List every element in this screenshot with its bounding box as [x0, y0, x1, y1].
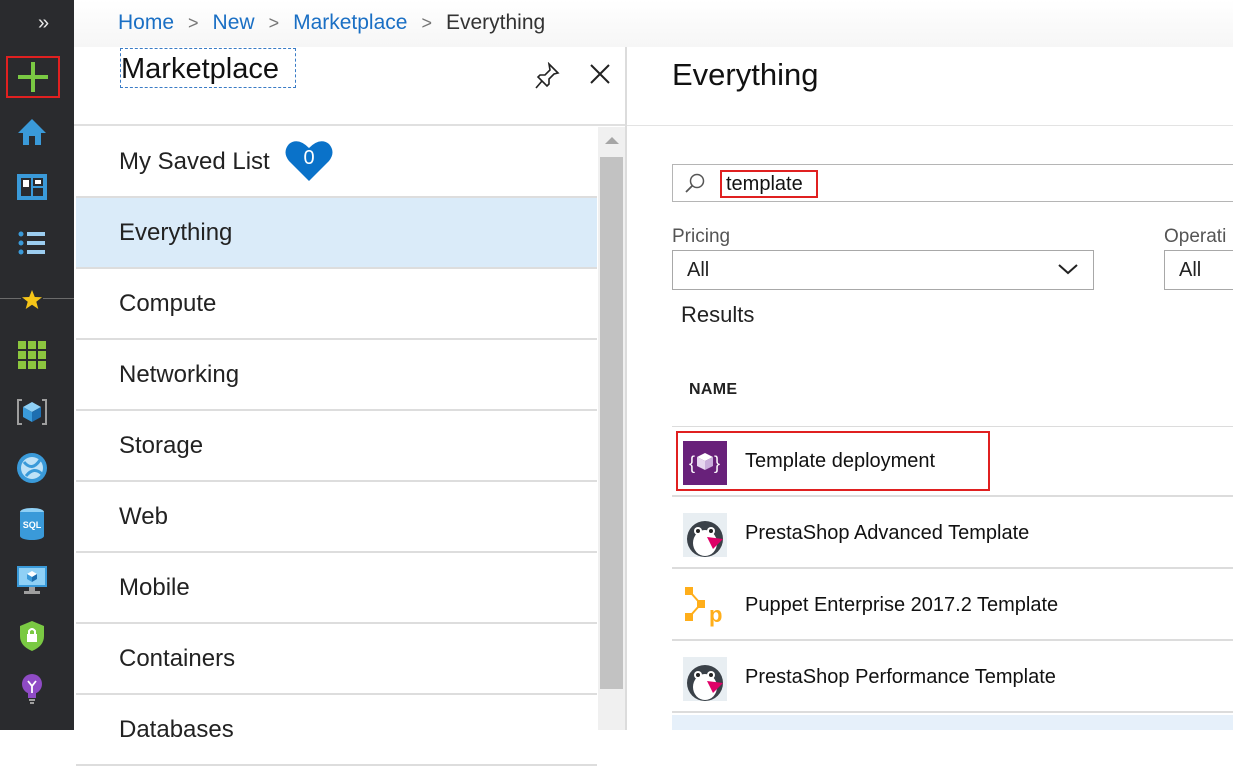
blade-header-divider [627, 125, 1233, 126]
close-icon[interactable] [588, 62, 612, 86]
lightbulb-icon [22, 674, 42, 704]
app-services-button[interactable] [14, 450, 50, 486]
svg-text:p: p [709, 602, 722, 627]
saved-list-item[interactable]: My Saved List 0 [76, 127, 597, 198]
advisor-button[interactable] [14, 672, 50, 708]
result-row[interactable]: { } Template deployment [672, 427, 1233, 497]
blade-header-divider [74, 124, 625, 126]
home-icon [18, 119, 46, 145]
search-input[interactable] [720, 170, 818, 198]
result-name: Puppet Enterprise 2017.2 Template [745, 594, 1059, 616]
svg-text:}: } [714, 453, 720, 473]
dashboard-button[interactable] [14, 169, 50, 205]
category-containers[interactable]: Containers [76, 624, 597, 695]
category-storage[interactable]: Storage [76, 411, 597, 482]
svg-text:SQL: SQL [23, 520, 42, 530]
virtual-machines-button[interactable] [14, 562, 50, 598]
category-compute[interactable]: Compute [76, 269, 597, 340]
category-web[interactable]: Web [76, 482, 597, 553]
expand-menu-icon[interactable]: » [38, 12, 49, 35]
puppet-icon: p [685, 587, 722, 627]
result-row[interactable]: PrestaShop Advanced Template [672, 499, 1233, 569]
pricing-filter-value: All [687, 259, 710, 281]
scroll-up-arrow-icon[interactable] [605, 137, 619, 144]
chevron-down-icon [1058, 264, 1078, 275]
all-services-button[interactable] [14, 225, 50, 261]
results-heading: Results [681, 302, 755, 327]
pin-icon[interactable] [534, 62, 560, 90]
result-row[interactable] [672, 715, 1233, 730]
marketplace-blade: Marketplace My Saved List 0 Everything C… [74, 47, 627, 766]
operating-system-filter-dropdown[interactable]: All [1164, 250, 1233, 290]
shield-lock-icon [20, 621, 44, 651]
result-row[interactable]: PrestaShop Performance Template [672, 643, 1233, 713]
security-center-button[interactable] [14, 618, 50, 654]
saved-count-badge: 0 [303, 147, 315, 169]
left-nav-rail: » SQL [0, 0, 74, 730]
svg-text:{: { [689, 453, 695, 473]
result-name: PrestaShop Advanced Template [745, 522, 1030, 544]
breadcrumb-bar: Home > New > Marketplace > Everything [74, 0, 1233, 47]
breadcrumb-current: Everything [445, 11, 546, 34]
category-mobile[interactable]: Mobile [76, 553, 597, 624]
globe-icon [17, 453, 47, 483]
operating-system-filter-value: All [1179, 259, 1202, 281]
list-icon [18, 231, 45, 255]
plus-icon [18, 62, 48, 92]
search-box[interactable] [672, 164, 1233, 202]
sql-icon: SQL [20, 508, 44, 540]
breadcrumb-new[interactable]: New [213, 11, 255, 35]
category-databases[interactable]: Databases [76, 695, 597, 766]
prestashop-icon [683, 657, 727, 701]
breadcrumb-separator: > [188, 12, 199, 33]
pricing-filter-label: Pricing [672, 226, 731, 247]
star-icon [21, 289, 43, 311]
grid-icon [18, 341, 46, 369]
home-button[interactable] [14, 114, 50, 150]
everything-blade: Everything Pricing All Operati All Resul… [627, 47, 1233, 730]
blade-title: Everything [672, 57, 819, 92]
scroll-thumb[interactable] [600, 157, 623, 689]
all-resources-button[interactable] [14, 337, 50, 373]
favorites-button[interactable] [14, 282, 50, 318]
result-row[interactable]: p Puppet Enterprise 2017.2 Template [672, 571, 1233, 641]
create-resource-button[interactable] [6, 56, 60, 98]
search-icon [685, 173, 705, 193]
breadcrumb: Home > New > Marketplace > Everything [118, 11, 545, 35]
sql-databases-button[interactable]: SQL [14, 506, 50, 542]
operating-system-filter-label: Operati [1164, 226, 1227, 247]
breadcrumb-separator: > [421, 12, 432, 33]
result-name: Template deployment [745, 450, 936, 472]
monitor-icon [17, 566, 47, 594]
result-name: PrestaShop Performance Template [745, 666, 1056, 688]
blade-title: Marketplace [120, 48, 296, 88]
template-icon: { } [683, 441, 727, 485]
prestashop-icon [683, 513, 727, 557]
category-list: My Saved List 0 Everything Compute Netwo… [76, 127, 597, 766]
breadcrumb-marketplace[interactable]: Marketplace [293, 11, 407, 35]
cube-icon [17, 399, 47, 425]
resource-groups-button[interactable] [14, 394, 50, 430]
breadcrumb-home[interactable]: Home [118, 11, 174, 35]
breadcrumb-separator: > [268, 12, 280, 33]
dashboard-icon [17, 174, 47, 200]
saved-list-label: My Saved List [119, 147, 270, 175]
name-column-header[interactable]: NAME [689, 381, 737, 399]
scrollbar[interactable] [598, 127, 625, 730]
category-everything[interactable]: Everything [76, 198, 597, 269]
pricing-filter-dropdown[interactable]: All [672, 250, 1094, 290]
category-networking[interactable]: Networking [76, 340, 597, 411]
